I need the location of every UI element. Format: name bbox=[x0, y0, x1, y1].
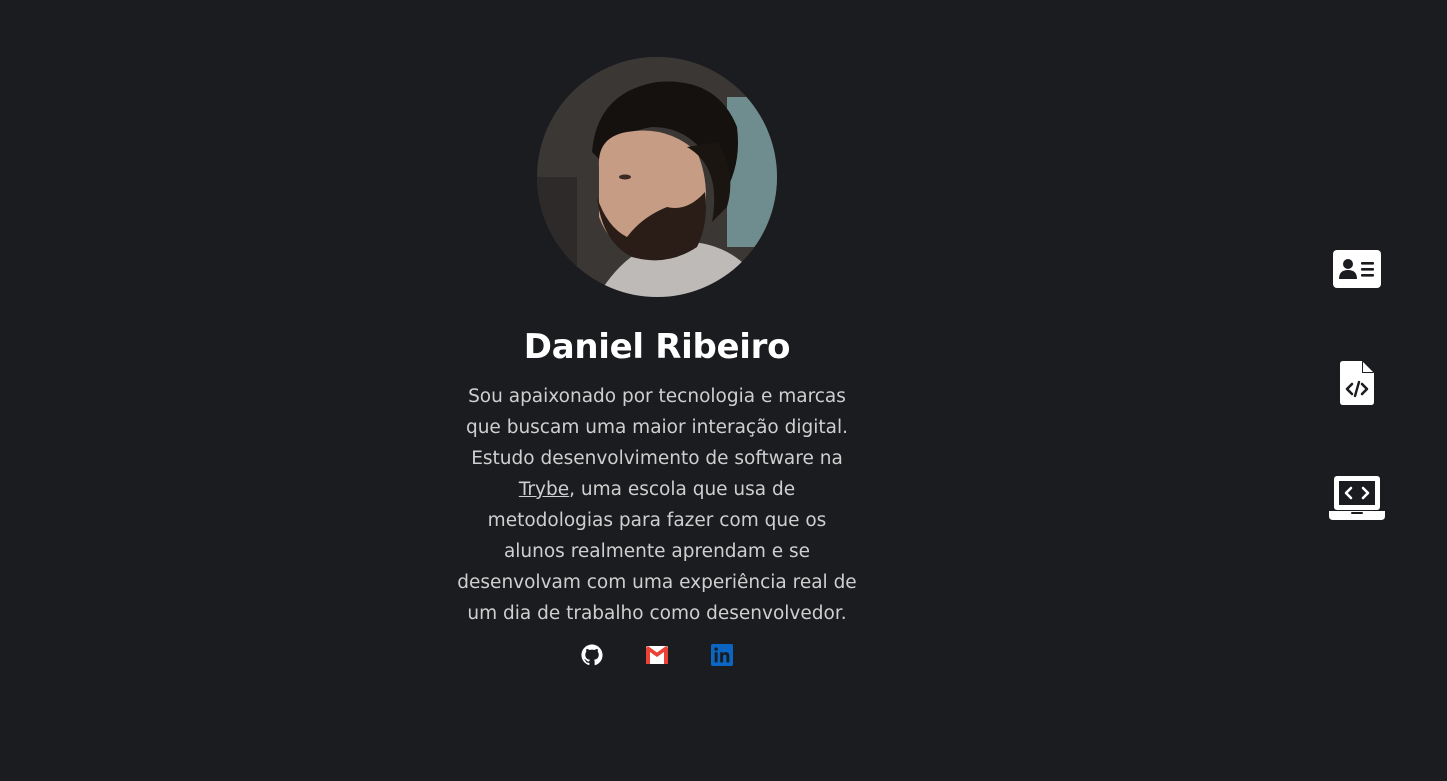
profile-section: Daniel Ribeiro Sou apaixonado por tecnol… bbox=[457, 57, 857, 667]
bio-text-part-1: Sou apaixonado por tecnologia e marcas q… bbox=[465, 386, 849, 469]
avatar bbox=[537, 57, 777, 297]
side-navigation bbox=[1328, 248, 1386, 520]
portfolio-page: Daniel Ribeiro Sou apaixonado por tecnol… bbox=[0, 0, 1447, 781]
contact-card-icon bbox=[1333, 250, 1381, 288]
bio-text-part-2: , uma escola que usa de metodologias par… bbox=[457, 479, 857, 624]
linkedin-link[interactable] bbox=[710, 643, 734, 667]
github-link[interactable] bbox=[580, 643, 604, 667]
gmail-link[interactable] bbox=[645, 643, 669, 667]
social-links bbox=[580, 643, 734, 667]
laptop-code-icon bbox=[1329, 476, 1385, 520]
trybe-link[interactable]: Trybe bbox=[519, 479, 569, 500]
gmail-icon bbox=[646, 646, 668, 664]
nav-projects-button[interactable] bbox=[1328, 360, 1386, 406]
profile-bio: Sou apaixonado por tecnologia e marcas q… bbox=[457, 381, 857, 629]
linkedin-icon bbox=[711, 644, 733, 666]
github-icon bbox=[581, 644, 603, 666]
profile-name: Daniel Ribeiro bbox=[523, 327, 791, 367]
nav-about-button[interactable] bbox=[1328, 248, 1386, 290]
nav-skills-button[interactable] bbox=[1328, 476, 1386, 520]
code-file-icon bbox=[1340, 361, 1374, 405]
avatar-photo bbox=[537, 57, 777, 297]
